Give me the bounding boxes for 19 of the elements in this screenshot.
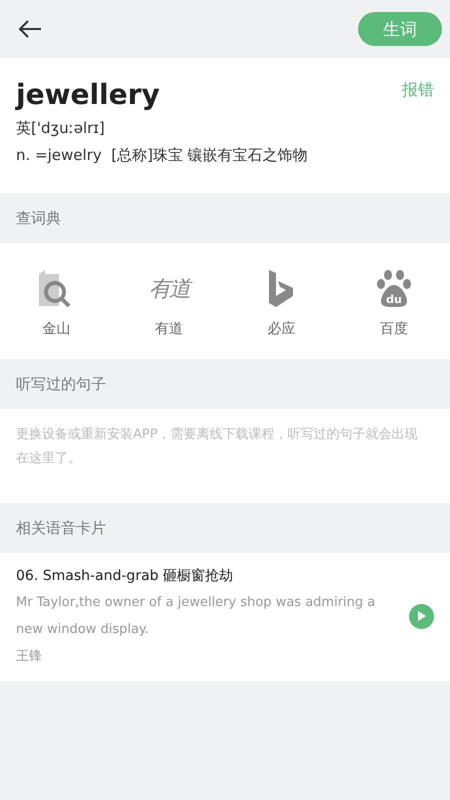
card-title: 06. Smash-and-grab 砸橱窗抢劫: [16, 567, 234, 585]
dictionary-item[interactable]: 金山: [0, 267, 112, 339]
dictionary-item[interactable]: du 百度: [338, 267, 450, 339]
empty-message: 更换设备或重新安装APP，需要离线下载课程，听写过的句子就会出现在这里了。: [0, 409, 450, 503]
card-sentence: Mr Taylor,the owner of a jewellery shop was admiring a new window display.: [16, 594, 376, 639]
section-title: 查词典: [15, 208, 62, 228]
dictionary-item[interactable]: 必应: [225, 267, 338, 339]
card-author: 王锋: [16, 648, 43, 665]
section-title: 相关语音卡片: [15, 518, 107, 538]
back-arrow-icon: [18, 19, 42, 39]
dictionary-item[interactable]: 有道 有道: [112, 267, 225, 339]
b-logo-icon: [268, 270, 294, 308]
voice-card[interactable]: 06. Smash-and-grab 砸橱窗抢劫 Mr Taylor,the owner of a jewellery shop was admiring a new window display. 王锋: [0, 553, 450, 681]
section-title: 听写过的句子: [15, 374, 107, 394]
definition: n. =jewelry [总称]珠宝 镶嵌有宝石之饰物: [16, 146, 309, 165]
phonetic: 英['dʒuːəlrɪ]: [16, 119, 106, 138]
play-icon: [417, 611, 426, 621]
logo-icon: 有道: [148, 274, 189, 304]
headword: jewellery: [16, 78, 160, 111]
